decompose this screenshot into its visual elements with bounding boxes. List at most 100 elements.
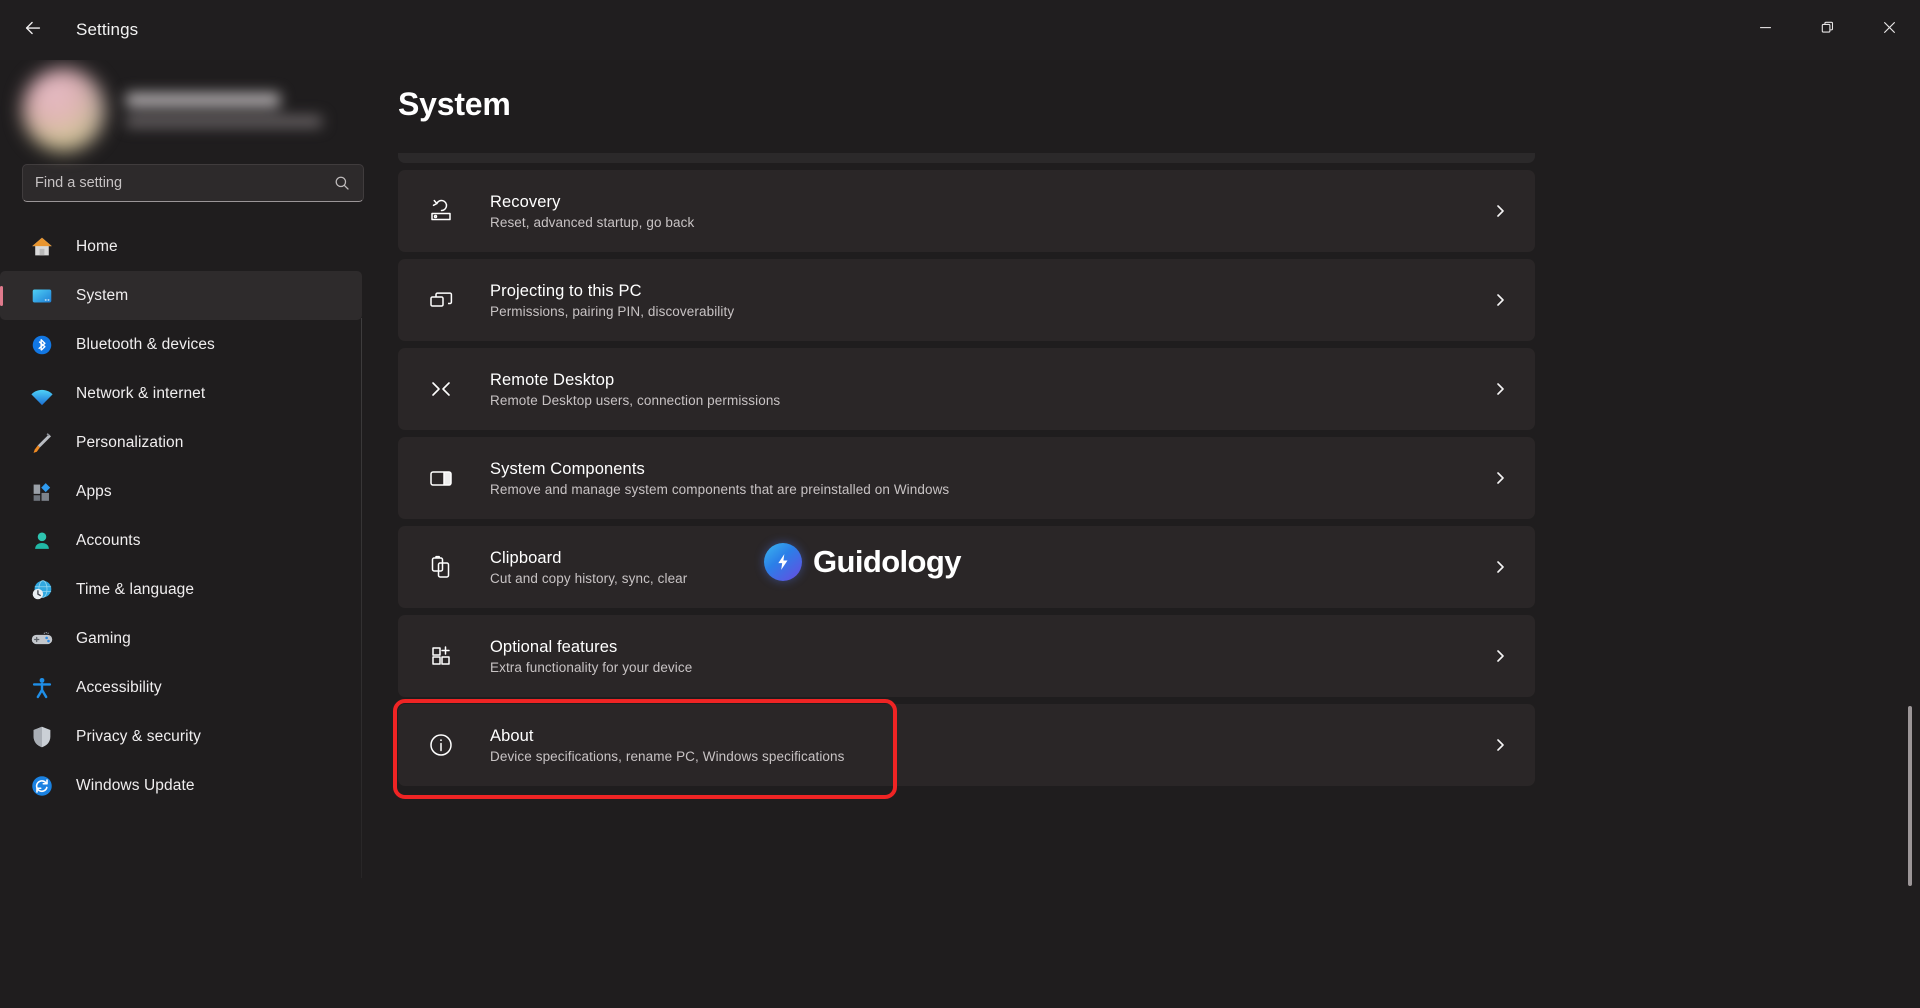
sidebar-item-label: Accounts (76, 532, 141, 550)
sidebar-item-label: Apps (76, 483, 112, 501)
sidebar-nav: Home System (0, 222, 388, 810)
lightning-bolt-icon (764, 543, 802, 581)
card-partial-above (398, 153, 1535, 163)
card-text: Recovery Reset, advanced startup, go bac… (490, 193, 694, 230)
bluetooth-icon (28, 331, 56, 359)
sidebar-item-home[interactable]: Home (0, 222, 362, 271)
home-icon (28, 233, 56, 261)
sidebar-item-label: Gaming (76, 630, 131, 648)
sidebar-item-label: Accessibility (76, 679, 162, 697)
window-body: Home System (0, 60, 1920, 1008)
sidebar-item-system[interactable]: System (0, 271, 362, 320)
search-icon (333, 174, 351, 192)
sidebar-item-privacy-security[interactable]: Privacy & security (0, 712, 362, 761)
shield-icon (28, 723, 56, 751)
chevron-right-icon (1489, 556, 1511, 578)
chevron-right-icon (1489, 645, 1511, 667)
settings-card-remote-desktop[interactable]: Remote Desktop Remote Desktop users, con… (398, 348, 1535, 430)
minimize-button[interactable] (1734, 0, 1796, 60)
guidology-watermark: Guidology (764, 543, 961, 581)
user-email-blurred (126, 116, 322, 127)
sidebar-item-label: Time & language (76, 581, 194, 599)
sidebar-item-label: Home (76, 238, 118, 256)
sidebar-item-bluetooth-devices[interactable]: Bluetooth & devices (0, 320, 362, 369)
user-name-blurred (126, 93, 280, 107)
chevron-right-icon (1489, 378, 1511, 400)
settings-card-projecting-to-this-pc[interactable]: Projecting to this PC Permissions, pairi… (398, 259, 1535, 341)
sidebar-item-windows-update[interactable]: Windows Update (0, 761, 362, 810)
system-monitor-icon (28, 282, 56, 310)
card-title: Clipboard (490, 549, 687, 568)
settings-card-about[interactable]: About Device specifications, rename PC, … (398, 704, 1535, 786)
restore-icon (1821, 21, 1834, 39)
card-title: About (490, 727, 845, 746)
sidebar-item-accounts[interactable]: Accounts (0, 516, 362, 565)
card-subtitle: Remove and manage system components that… (490, 482, 949, 497)
scrollbar-thumb[interactable] (1908, 706, 1912, 886)
settings-card-system-components[interactable]: System Components Remove and manage syst… (398, 437, 1535, 519)
page-title: System (398, 86, 1920, 123)
card-subtitle: Permissions, pairing PIN, discoverabilit… (490, 304, 734, 319)
sidebar-divider (361, 318, 362, 878)
minimize-icon (1759, 21, 1772, 39)
sidebar-item-accessibility[interactable]: Accessibility (0, 663, 362, 712)
sidebar-item-label: Network & internet (76, 385, 205, 403)
watermark-text: Guidology (813, 544, 961, 580)
maximize-button[interactable] (1796, 0, 1858, 60)
card-title: System Components (490, 460, 949, 479)
sidebar-item-label: Privacy & security (76, 728, 201, 746)
close-button[interactable] (1858, 0, 1920, 60)
wifi-icon (28, 380, 56, 408)
card-text: About Device specifications, rename PC, … (490, 727, 845, 764)
card-text: Remote Desktop Remote Desktop users, con… (490, 371, 780, 408)
sidebar-item-personalization[interactable]: Personalization (0, 418, 362, 467)
card-subtitle: Reset, advanced startup, go back (490, 215, 694, 230)
sidebar-item-label: Personalization (76, 434, 183, 452)
sidebar: Home System (0, 60, 388, 1008)
chevron-right-icon (1489, 289, 1511, 311)
title-bar: Settings (0, 0, 1920, 60)
sidebar-item-label: System (76, 287, 128, 305)
sidebar-item-label: Bluetooth & devices (76, 336, 215, 354)
projecting-screens-icon (424, 283, 458, 317)
sidebar-item-time-language[interactable]: Time & language (0, 565, 362, 614)
refresh-sync-icon (28, 772, 56, 800)
globe-clock-icon (28, 576, 56, 604)
settings-card-recovery[interactable]: Recovery Reset, advanced startup, go bac… (398, 170, 1535, 252)
card-text: Projecting to this PC Permissions, pairi… (490, 282, 734, 319)
card-title: Optional features (490, 638, 692, 657)
card-title: Remote Desktop (490, 371, 780, 390)
sidebar-item-label: Windows Update (76, 777, 195, 795)
window-controls (1734, 0, 1920, 60)
card-text: System Components Remove and manage syst… (490, 460, 949, 497)
clipboard-icon (424, 550, 458, 584)
gamepad-icon (28, 625, 56, 653)
card-subtitle: Device specifications, rename PC, Window… (490, 749, 845, 764)
card-text: Optional features Extra functionality fo… (490, 638, 692, 675)
settings-card-clipboard[interactable]: Clipboard Cut and copy history, sync, cl… (398, 526, 1535, 608)
vertical-scrollbar[interactable] (1908, 210, 1912, 900)
avatar (22, 68, 106, 152)
main-content: System Recovery Rese (388, 60, 1920, 1008)
back-arrow-icon (22, 17, 44, 44)
chevron-right-icon (1489, 467, 1511, 489)
sidebar-item-apps[interactable]: Apps (0, 467, 362, 516)
card-subtitle: Cut and copy history, sync, clear (490, 571, 687, 586)
card-title: Recovery (490, 193, 694, 212)
user-profile[interactable] (0, 60, 388, 156)
search-input[interactable] (35, 175, 333, 191)
apps-icon (28, 478, 56, 506)
sidebar-item-network-internet[interactable]: Network & internet (0, 369, 362, 418)
remote-desktop-icon (424, 372, 458, 406)
settings-card-list: Recovery Reset, advanced startup, go bac… (398, 153, 1535, 786)
user-info (126, 93, 322, 127)
chevron-right-icon (1489, 734, 1511, 756)
card-text: Clipboard Cut and copy history, sync, cl… (490, 549, 687, 586)
back-button[interactable] (12, 9, 54, 51)
search-box[interactable] (22, 164, 364, 202)
close-icon (1883, 21, 1896, 39)
sidebar-item-gaming[interactable]: Gaming (0, 614, 362, 663)
app-title: Settings (76, 20, 138, 40)
settings-card-optional-features[interactable]: Optional features Extra functionality fo… (398, 615, 1535, 697)
paintbrush-icon (28, 429, 56, 457)
